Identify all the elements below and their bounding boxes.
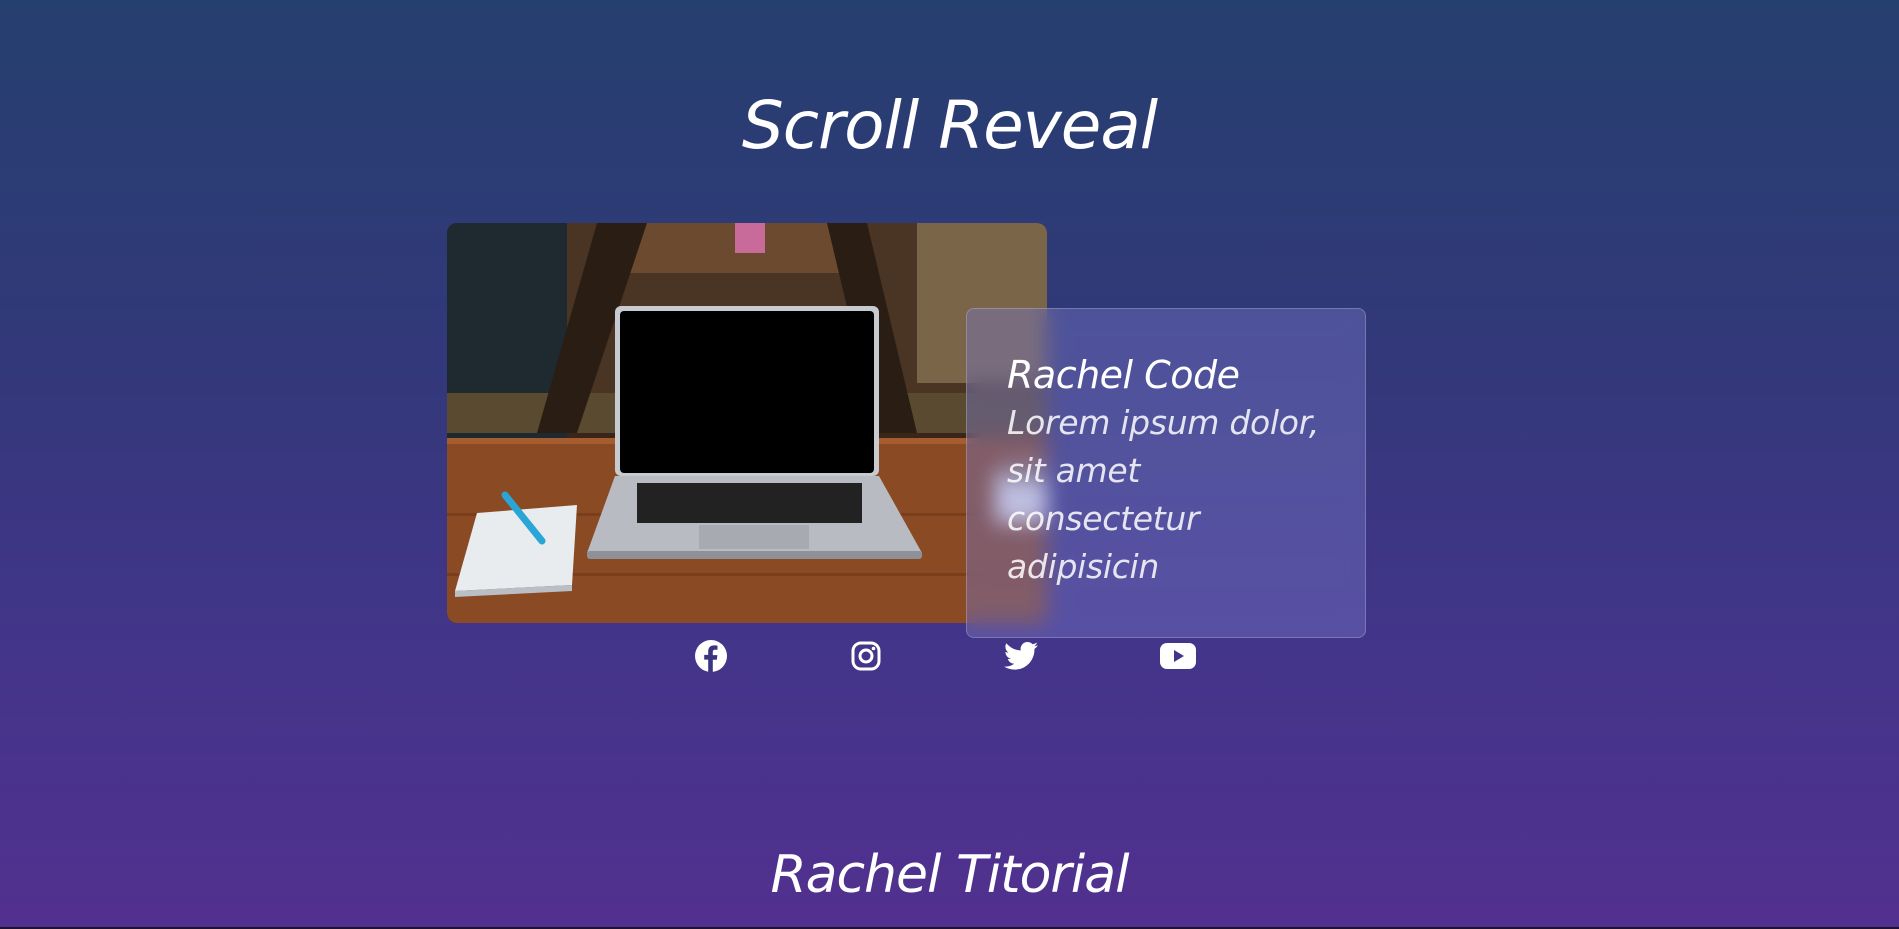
page-title: Scroll Reveal xyxy=(741,87,1158,164)
card-title: Rachel Code xyxy=(1007,353,1240,397)
footer-title: Rachel Titorial xyxy=(770,845,1129,905)
instagram-icon[interactable] xyxy=(848,638,884,674)
info-card: Rachel Code Lorem ipsum dolor, sit amet … xyxy=(966,308,1366,638)
youtube-icon[interactable] xyxy=(1160,638,1196,674)
card-text: Lorem ipsum dolor, sit amet consectetur … xyxy=(1007,403,1320,586)
social-links xyxy=(0,638,1899,674)
laptop-photo xyxy=(447,223,1047,623)
twitter-icon[interactable] xyxy=(1003,638,1039,674)
facebook-icon[interactable] xyxy=(693,638,729,674)
